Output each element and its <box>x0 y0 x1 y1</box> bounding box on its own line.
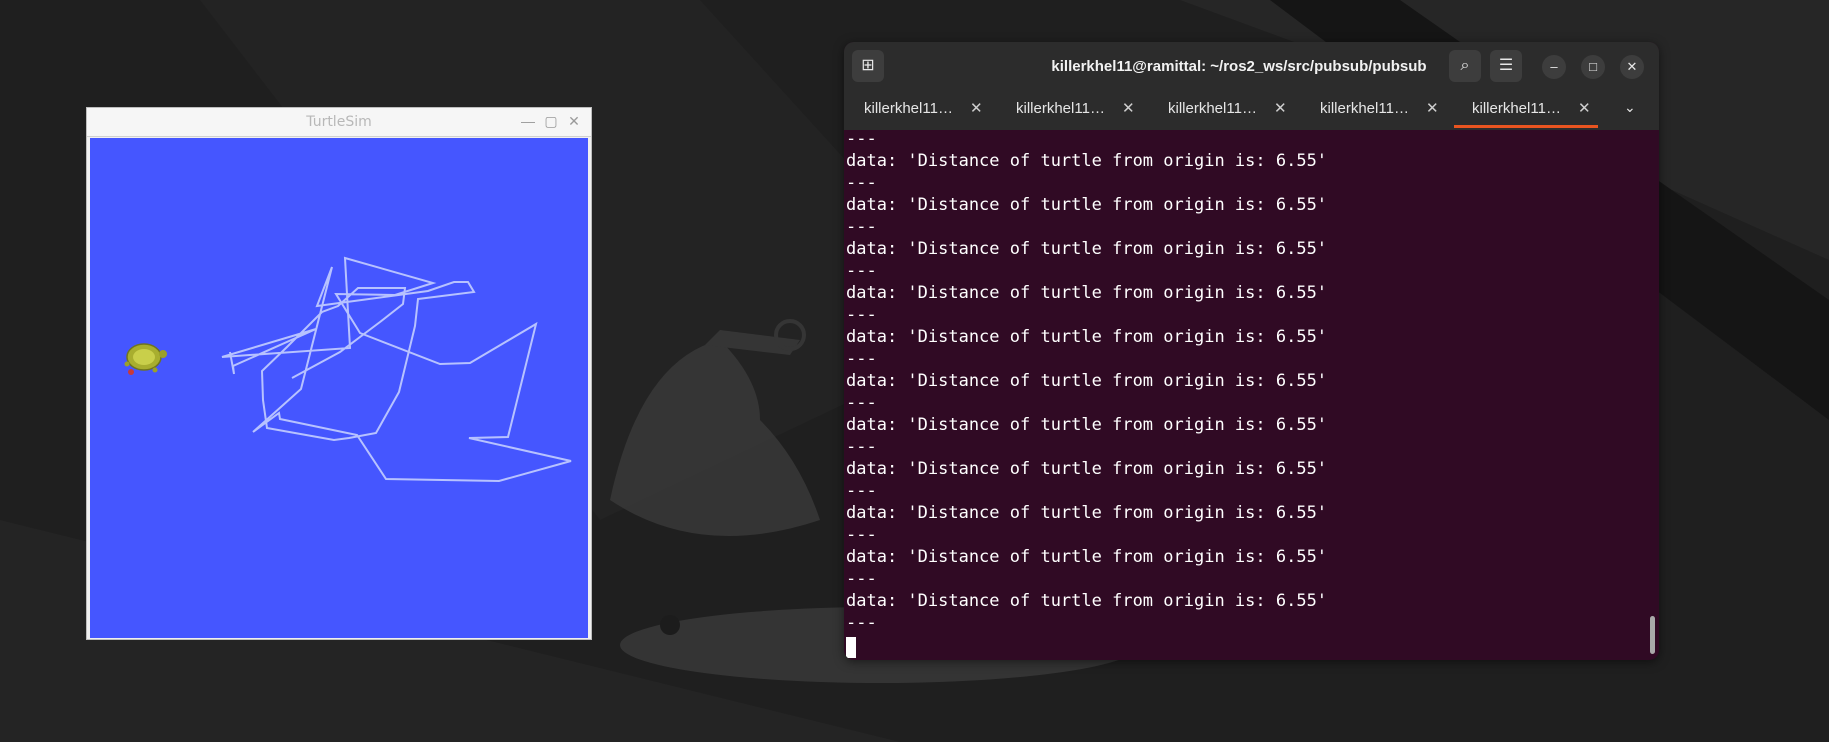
turtlesim-canvas <box>90 138 588 638</box>
output-line: --- <box>846 173 877 193</box>
output-line: data: 'Distance of turtle from origin is… <box>846 459 1328 479</box>
new-tab-icon[interactable]: ⊞ <box>852 50 884 82</box>
tab-label: killerkhel11@ramittal: ~/ros2_ws/src/pub… <box>1472 100 1572 117</box>
tab-3[interactable]: killerkhel11@ramittal: ~ ✕ <box>1148 92 1298 128</box>
output-line: data: 'Distance of turtle from origin is… <box>846 151 1328 171</box>
active-tab-indicator <box>1454 125 1598 128</box>
output-line: data: 'Distance of turtle from origin is… <box>846 283 1328 303</box>
output-line: --- <box>846 217 877 237</box>
tab-label: killerkhel11@ramittal: ~ <box>1168 100 1268 117</box>
terminal-window: ⊞ killerkhel11@ramittal: ~/ros2_ws/src/p… <box>844 42 1659 660</box>
tab-label: killerkhel11@ramittal: ~ <box>1320 100 1420 117</box>
output-line: data: 'Distance of turtle from origin is… <box>846 327 1328 347</box>
output-line: --- <box>846 305 877 325</box>
tab-close-icon[interactable]: ✕ <box>1426 99 1439 117</box>
close-icon[interactable]: ✕ <box>1620 55 1644 79</box>
terminal-header[interactable]: ⊞ killerkhel11@ramittal: ~/ros2_ws/src/p… <box>844 42 1659 130</box>
output-line: --- <box>846 437 877 457</box>
output-line: data: 'Distance of turtle from origin is… <box>846 371 1328 391</box>
output-line: --- <box>846 393 877 413</box>
terminal-title: killerkhel11@ramittal: ~/ros2_ws/src/pub… <box>1051 58 1427 75</box>
output-line: --- <box>846 481 877 501</box>
tab-close-icon[interactable]: ✕ <box>1274 99 1287 117</box>
maximize-icon[interactable]: □ <box>1581 55 1605 79</box>
output-line: data: 'Distance of turtle from origin is… <box>846 239 1328 259</box>
turtle-path-drawing <box>221 256 572 483</box>
tab-close-icon[interactable]: ✕ <box>1122 99 1135 117</box>
tab-2[interactable]: killerkhel11@ramittal: ~ ✕ <box>996 92 1146 128</box>
text-cursor <box>846 637 856 658</box>
tab-close-icon[interactable]: ✕ <box>970 99 983 117</box>
tab-5[interactable]: killerkhel11@ramittal: ~/ros2_ws/src/pub… <box>1452 92 1602 128</box>
output-line: --- <box>846 525 877 545</box>
turtlesim-title: TurtleSim <box>306 114 372 130</box>
maximize-icon[interactable]: ▢ <box>542 112 560 130</box>
output-line: data: 'Distance of turtle from origin is… <box>846 591 1328 611</box>
close-icon[interactable]: ✕ <box>565 112 583 130</box>
tab-4[interactable]: killerkhel11@ramittal: ~ ✕ <box>1300 92 1450 128</box>
tab-1[interactable]: killerkhel11@ramittal: ~ ✕ <box>844 92 994 128</box>
hamburger-menu-icon[interactable]: ☰ <box>1490 50 1522 82</box>
tab-close-icon[interactable]: ✕ <box>1578 99 1591 117</box>
terminal-output[interactable]: --- data: 'Distance of turtle from origin… <box>844 129 1659 660</box>
search-icon[interactable]: ⌕ <box>1449 50 1481 82</box>
tab-label: killerkhel11@ramittal: ~ <box>864 100 964 117</box>
scrollbar[interactable] <box>1650 616 1655 654</box>
output-line: --- <box>846 569 877 589</box>
output-line: --- <box>846 261 877 281</box>
output-line: --- <box>846 613 877 633</box>
output-line: --- <box>846 129 877 149</box>
output-line: data: 'Distance of turtle from origin is… <box>846 195 1328 215</box>
minimize-icon[interactable]: – <box>1542 55 1566 79</box>
turtle-icon <box>124 343 167 375</box>
turtlesim-titlebar[interactable]: TurtleSim — ▢ ✕ <box>87 108 591 137</box>
turtle-path <box>221 256 572 483</box>
turtlesim-window: TurtleSim — ▢ ✕ <box>86 107 592 640</box>
tab-label: killerkhel11@ramittal: ~ <box>1016 100 1116 117</box>
output-line: --- <box>846 349 877 369</box>
output-line: data: 'Distance of turtle from origin is… <box>846 415 1328 435</box>
output-line: data: 'Distance of turtle from origin is… <box>846 547 1328 567</box>
output-line: data: 'Distance of turtle from origin is… <box>846 503 1328 523</box>
chevron-down-icon[interactable]: ⌄ <box>1624 99 1636 116</box>
minimize-icon[interactable]: — <box>519 112 537 130</box>
